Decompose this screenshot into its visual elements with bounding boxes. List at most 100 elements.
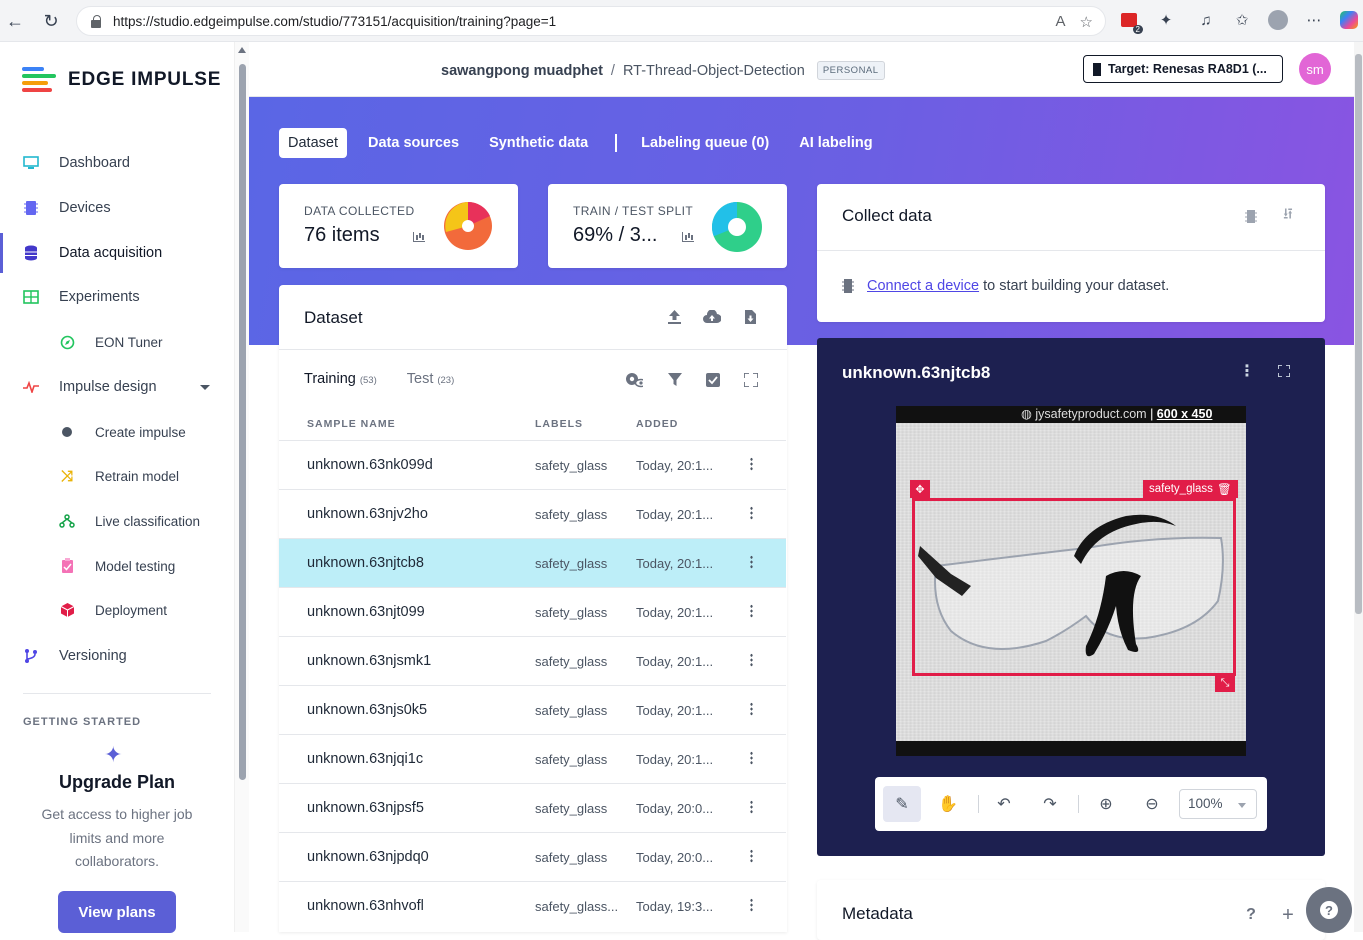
select-checkbox-icon[interactable] [704,371,722,389]
add-plus-icon[interactable]: + [1279,904,1297,926]
zoom-out-icon[interactable]: ⊖ [1133,786,1171,822]
row-menu-icon[interactable] [750,849,753,863]
sample-name[interactable]: unknown.63nk099d [307,457,433,473]
sample-name[interactable]: unknown.63njs0k5 [307,702,427,718]
usb-icon[interactable]: ⭿ [1279,206,1297,225]
sidebar-item-devices[interactable]: Devices [0,188,234,228]
expand-icon[interactable] [1275,362,1293,380]
trash-icon[interactable]: 🗑 [1217,482,1232,496]
table-row[interactable]: unknown.63njpsf5 safety_glass Today, 20:0.… [279,783,786,832]
connect-device-link[interactable]: Connect a device [867,278,979,294]
sidebar-item-impulse-design[interactable]: Impulse design [0,367,234,407]
tab-ai-labeling[interactable]: AI labeling [790,128,881,158]
profile-icon[interactable] [1267,9,1289,31]
table-row[interactable]: unknown.63njs0k5 safety_glass Today, 20:1.… [279,685,786,734]
sidebar-item-versioning[interactable]: Versioning [0,636,234,676]
breadcrumb-project[interactable]: RT-Thread-Object-Detection [623,63,805,79]
favorite-star-icon[interactable]: ☆ [1080,13,1093,31]
brand-logo[interactable]: EDGE IMPULSE [22,67,221,93]
sidebar-scrollbar[interactable] [234,42,249,932]
row-menu-icon[interactable] [750,457,753,471]
undo-icon[interactable]: ↶ [985,786,1023,822]
sample-name[interactable]: unknown.63njpdq0 [307,849,429,865]
column-added[interactable]: ADDED [636,418,678,430]
zoom-in-icon[interactable]: ⊕ [1087,786,1125,822]
sample-name[interactable]: unknown.63njt099 [307,604,425,620]
bounding-box-label[interactable]: safety_glass 🗑 [1143,480,1238,498]
column-sample-name[interactable]: SAMPLE NAME [307,418,396,430]
row-menu-icon[interactable] [750,898,753,912]
sidebar-item-model-testing[interactable]: Model testing [0,546,234,586]
help-question-icon[interactable]: ? [1242,906,1260,924]
chevron-down-icon[interactable] [200,385,210,390]
sample-image[interactable]: ◍ jysafetyproduct.com | 600 x 450 safety… [896,406,1246,756]
breadcrumb-owner[interactable]: sawangpong muadphet [441,63,603,79]
media-icon[interactable]: ♫ [1195,9,1217,31]
sample-name[interactable]: unknown.63nhvofl [307,898,424,914]
reload-icon[interactable]: ↻ [40,10,62,32]
puzzle-icon[interactable]: ✦ [1155,9,1177,31]
more-vertical-icon[interactable]: ⋮ [1238,362,1256,380]
table-row[interactable]: unknown.63njqi1c safety_glass Today, 20:1.… [279,734,786,783]
bounding-box[interactable] [912,498,1236,676]
sample-name[interactable]: unknown.63njtcb8 [307,555,424,571]
row-menu-icon[interactable] [750,506,753,520]
chip-icon[interactable] [1242,207,1260,225]
export-file-icon[interactable] [741,308,759,326]
copilot-icon[interactable] [1338,9,1360,31]
tab-labeling-queue[interactable]: Labeling queue (0) [632,128,778,158]
sidebar-item-deployment[interactable]: Deployment [0,590,234,630]
read-aloud-icon[interactable]: A [1056,13,1066,31]
move-handle-icon[interactable]: ✥ [910,480,930,498]
sample-name[interactable]: unknown.63njv2ho [307,506,428,522]
sidebar-item-create-impulse[interactable]: Create impulse [0,412,234,452]
row-menu-icon[interactable] [750,555,753,569]
column-labels[interactable]: LABELS [535,418,583,430]
scrollbar-thumb[interactable] [239,64,246,780]
sidebar-item-experiments[interactable]: Experiments [0,277,234,317]
resize-handle-icon[interactable]: ⤡ [1215,674,1235,692]
tab-synthetic-data[interactable]: Synthetic data [480,128,597,158]
sample-name[interactable]: unknown.63njqi1c [307,751,423,767]
row-menu-icon[interactable] [750,751,753,765]
row-menu-icon[interactable] [750,800,753,814]
page-scrollbar[interactable] [1354,42,1363,932]
table-row[interactable]: unknown.63njsmk1 safety_glass Today, 20:1.… [279,636,786,685]
expand-icon[interactable] [742,371,760,389]
table-row[interactable]: unknown.63nhvofl safety_glass... Today, 19… [279,881,786,930]
tab-data-sources[interactable]: Data sources [359,128,468,158]
redo-icon[interactable]: ↷ [1031,786,1069,822]
cloud-upload-icon[interactable] [703,308,721,326]
chart-icon[interactable] [413,232,425,242]
row-menu-icon[interactable] [750,653,753,667]
scrollbar-thumb[interactable] [1355,54,1362,614]
tab-dataset[interactable]: Dataset [279,128,347,158]
table-row[interactable]: unknown.63njv2ho safety_glass Today, 20:1.… [279,489,786,538]
sidebar-item-data-acquisition[interactable]: Data acquisition [0,233,234,273]
sample-name[interactable]: unknown.63njsmk1 [307,653,431,669]
edit-bbox-icon[interactable]: ✎ [883,786,921,822]
extension-badge-icon[interactable]: 2 [1118,9,1143,34]
row-menu-icon[interactable] [750,702,753,716]
target-selector[interactable]: Target: Renesas RA8D1 (... [1083,55,1283,83]
chart-icon[interactable] [682,232,694,242]
view-plans-button[interactable]: View plans [58,891,176,933]
upload-icon[interactable] [665,308,683,326]
tab-test[interactable]: Test (23) [407,371,455,387]
sidebar-item-live-classification[interactable]: Live classification [0,501,234,541]
sidebar-item-eon-tuner[interactable]: EON Tuner [0,322,234,362]
help-button[interactable]: ? [1306,887,1352,933]
table-row[interactable]: unknown.63njpdq0 safety_glass Today, 20:0.… [279,832,786,881]
tab-training[interactable]: Training (53) [304,371,377,387]
filter-icon[interactable] [666,371,684,389]
table-row[interactable]: unknown.63njtcb8 safety_glass Today, 20:1.… [279,538,786,587]
table-row[interactable]: unknown.63njt099 safety_glass Today, 20:1.… [279,587,786,636]
avatar[interactable]: sm [1299,53,1331,85]
zoom-select[interactable]: 100% [1179,789,1257,819]
sidebar-item-dashboard[interactable]: Dashboard [0,143,234,183]
sidebar-item-retrain-model[interactable]: ⤨ Retrain model [0,456,234,496]
back-icon[interactable]: ← [4,10,26,32]
pan-hand-icon[interactable]: ✋ [929,786,967,822]
settings-eye-icon[interactable] [625,371,643,389]
address-bar[interactable]: https://studio.edgeimpulse.com/studio/77… [76,6,1106,36]
